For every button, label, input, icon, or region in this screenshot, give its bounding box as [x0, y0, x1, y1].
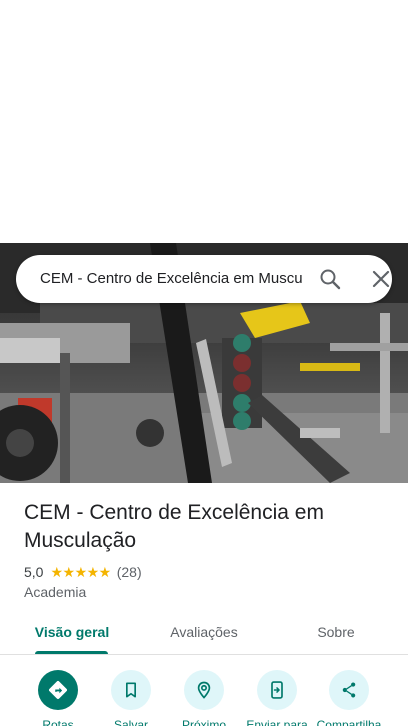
share-label: Compartilha — [316, 718, 382, 726]
save-button-circle[interactable] — [111, 670, 151, 710]
nearby-label: Próximo — [181, 718, 226, 726]
send-to-phone-button-circle[interactable] — [257, 670, 297, 710]
directions-button[interactable]: Rotas — [22, 670, 94, 726]
active-tab-indicator — [35, 651, 108, 654]
place-category[interactable]: Academia — [24, 584, 86, 600]
directions-label: Rotas — [42, 718, 74, 726]
nearby-icon — [197, 681, 211, 699]
nearby-button-circle[interactable] — [184, 670, 224, 710]
close-icon[interactable] — [369, 267, 393, 291]
search-input[interactable]: CEM - Centro de Excelência em Musculação — [40, 255, 302, 303]
search-icon[interactable] — [318, 267, 342, 291]
share-icon — [342, 682, 356, 698]
send-to-phone-label: Enviar para — [246, 718, 308, 726]
directions-icon — [49, 681, 67, 699]
tab-reviews[interactable]: Avaliações — [154, 611, 254, 655]
send-to-phone-button[interactable]: Enviar para — [241, 670, 313, 726]
tab-overview[interactable]: Visão geral — [22, 611, 122, 655]
place-details-page: CEM - Centro de Excelência em Musculação… — [0, 0, 408, 726]
rating-row[interactable]: 5,0 ★★★★★ (28) — [24, 563, 142, 581]
search-bar[interactable]: CEM - Centro de Excelência em Musculação — [16, 255, 392, 303]
tab-bar: Visão geral Avaliações Sobre — [0, 611, 408, 655]
action-buttons-row: Rotas Salvar Próximo Enviar para Compart… — [0, 656, 408, 726]
save-button[interactable]: Salvar — [95, 670, 167, 726]
save-label: Salvar — [113, 718, 148, 726]
send-to-phone-icon — [271, 681, 283, 699]
share-button-circle[interactable] — [329, 670, 369, 710]
directions-button-circle[interactable] — [38, 670, 78, 710]
bookmark-icon — [126, 682, 136, 698]
rating-value: 5,0 — [24, 564, 44, 580]
place-title: CEM - Centro de Excelência em Musculação — [24, 501, 324, 552]
share-button[interactable]: Compartilha — [313, 670, 385, 726]
tab-about[interactable]: Sobre — [292, 611, 380, 655]
nearby-button[interactable]: Próximo — [168, 670, 240, 726]
review-count[interactable]: (28) — [117, 564, 142, 580]
star-rating-icon: ★★★★★ — [50, 563, 111, 580]
